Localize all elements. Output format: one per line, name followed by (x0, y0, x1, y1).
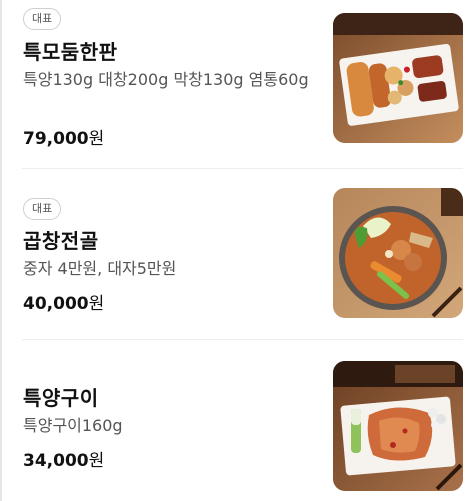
menu-item-teukmodum[interactable]: 대표 특모둠한판 특양130g 대창200g 막창130g 염통60g 79,0… (0, 0, 473, 168)
price-amount: 79,000 (23, 129, 89, 149)
price-unit: 원 (88, 129, 105, 149)
grilled-tripe-photo (333, 361, 463, 491)
menu-item-photo[interactable] (333, 188, 463, 318)
price-amount: 40,000 (23, 294, 89, 314)
grilled-platter-photo (333, 13, 463, 143)
menu-item-name: 특양구이 (23, 386, 99, 410)
hotpot-photo (333, 188, 463, 318)
menu-item-gopchang-jeongol[interactable]: 대표 곱창전골 중자 4만원, 대자5만원 40,000원 (0, 169, 473, 339)
menu-item-description: 특양구이160g (23, 416, 123, 435)
menu-item-name: 특모둠한판 (23, 40, 118, 64)
price-unit: 원 (88, 451, 105, 471)
menu-item-photo[interactable] (333, 361, 463, 491)
menu-item-price: 79,000원 (23, 124, 104, 149)
signature-badge: 대표 (23, 198, 62, 220)
price-unit: 원 (88, 294, 105, 314)
signature-badge: 대표 (23, 8, 62, 30)
menu-item-description: 중자 4만원, 대자5만원 (23, 259, 177, 278)
menu-item-teukyang-gui[interactable]: 특양구이 특양구이160g 34,000원 (0, 340, 473, 501)
menu-item-price: 40,000원 (23, 289, 104, 314)
menu-item-description: 특양130g 대창200g 막창130g 염통60g (23, 70, 309, 89)
menu-list: 대표 특모둠한판 특양130g 대창200g 막창130g 염통60g 79,0… (0, 0, 473, 501)
price-amount: 34,000 (23, 451, 89, 471)
menu-item-price: 34,000원 (23, 446, 104, 471)
menu-item-name: 곱창전골 (23, 229, 99, 253)
menu-item-photo[interactable] (333, 13, 463, 143)
